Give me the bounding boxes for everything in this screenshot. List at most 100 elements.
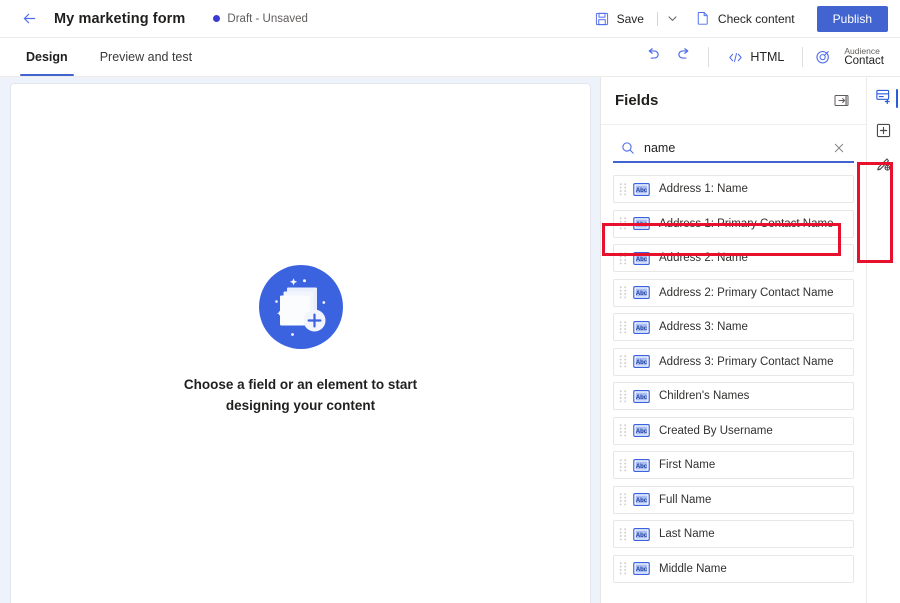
field-list-item-label: Middle Name	[659, 562, 727, 575]
field-list-item[interactable]: Abc Address 2: Primary Contact Name	[613, 278, 854, 307]
fields-search-input[interactable]	[635, 137, 830, 159]
drag-handle-icon[interactable]	[618, 526, 628, 542]
field-list-item-label: Created By Username	[659, 424, 773, 437]
svg-text:Abc: Abc	[636, 257, 648, 263]
toolbar-divider-1	[708, 47, 710, 67]
field-list-item[interactable]: Abc Address 1: Name	[613, 175, 854, 203]
canvas-empty-state: Choose a field or an element to start de…	[166, 264, 436, 417]
search-icon	[621, 141, 635, 155]
app-root: My marketing form Draft - Unsaved Save C…	[0, 0, 900, 603]
text-field-icon: Abc	[633, 320, 650, 334]
target-audience-icon	[815, 49, 831, 65]
audience-selector[interactable]: Audience Contact	[813, 41, 890, 73]
field-list-item[interactable]: Abc Last Name	[613, 520, 854, 548]
field-list-item[interactable]: Abc Address 3: Primary Contact Name	[613, 347, 854, 376]
document-check-icon	[695, 11, 711, 27]
back-arrow-icon[interactable]	[18, 8, 40, 30]
code-brackets-icon	[727, 49, 743, 65]
svg-text:Abc: Abc	[636, 188, 648, 194]
svg-text:Abc: Abc	[636, 222, 648, 228]
rail-button-elements[interactable]	[868, 117, 900, 149]
undo-button[interactable]	[638, 43, 668, 71]
drag-handle-icon[interactable]	[618, 354, 628, 370]
drag-handle-icon[interactable]	[618, 457, 628, 473]
audience-value-label: Contact	[844, 55, 884, 68]
text-field-icon: Abc	[633, 527, 650, 541]
tab-design-label: Design	[26, 50, 68, 64]
field-list-item[interactable]: Abc First Name	[613, 451, 854, 479]
drag-handle-icon[interactable]	[618, 216, 628, 232]
check-content-label: Check content	[717, 11, 795, 26]
fields-list[interactable]: Abc Address 1: Name Abc Address 1: Primary …	[601, 169, 866, 603]
text-field-icon: Abc	[633, 251, 650, 265]
fields-panel-title: Fields	[615, 92, 659, 109]
svg-text:Abc: Abc	[636, 429, 648, 435]
text-field-icon: Abc	[633, 217, 650, 230]
redo-button[interactable]	[668, 43, 698, 71]
svg-text:Abc: Abc	[636, 360, 648, 366]
field-list-item[interactable]: Abc Created By Username	[613, 416, 854, 445]
add-content-illustration-icon	[258, 264, 343, 349]
svg-text:Abc: Abc	[636, 498, 648, 504]
tab-preview-and-test-label: Preview and test	[99, 50, 193, 64]
fields-panel-icon	[875, 88, 892, 110]
field-list-item[interactable]: Abc Address 3: Name	[613, 313, 854, 341]
svg-text:Abc: Abc	[636, 395, 648, 401]
drag-handle-icon[interactable]	[618, 285, 628, 301]
field-list-item-label: Address 2: Name	[659, 252, 748, 264]
check-content-button[interactable]: Check content	[687, 5, 803, 33]
svg-text:Abc: Abc	[636, 326, 648, 332]
elements-add-icon	[875, 122, 892, 144]
text-field-icon: Abc	[633, 562, 650, 575]
svg-text:Abc: Abc	[636, 291, 648, 297]
canvas-wrapper: Choose a field or an element to start de…	[0, 77, 600, 603]
publish-button[interactable]: Publish	[816, 5, 888, 32]
top-command-bar: My marketing form Draft - Unsaved Save C…	[0, 0, 900, 38]
save-label: Save	[616, 11, 644, 26]
tab-design[interactable]: Design	[20, 38, 74, 76]
drag-handle-icon[interactable]	[618, 423, 628, 439]
svg-text:Abc: Abc	[636, 567, 648, 573]
field-list-item[interactable]: Abc Address 2: Name	[613, 244, 854, 272]
empty-state-message: Choose a field or an element to start de…	[183, 376, 418, 413]
tab-preview-and-test[interactable]: Preview and test	[94, 38, 198, 76]
drag-handle-icon[interactable]	[618, 561, 628, 577]
collapse-panel-icon[interactable]	[830, 90, 852, 112]
rail-button-styles[interactable]	[868, 151, 900, 183]
drag-handle-icon[interactable]	[618, 319, 628, 335]
drag-handle-icon[interactable]	[618, 492, 628, 508]
workspace: Choose a field or an element to start de…	[0, 77, 900, 603]
text-field-icon: Abc	[633, 355, 650, 368]
text-field-icon: Abc	[633, 458, 650, 472]
fields-panel: Fields name Abc Address 1: Name Abc Addr…	[600, 77, 866, 603]
field-list-item[interactable]: Abc Middle Name	[613, 554, 854, 583]
drag-handle-icon[interactable]	[618, 388, 628, 404]
field-list-item-label: Last Name	[659, 528, 715, 540]
save-chevron-down-icon[interactable]	[663, 6, 683, 32]
design-canvas[interactable]: Choose a field or an element to start de…	[10, 83, 591, 603]
audience-labels: Audience Contact	[844, 45, 884, 68]
fields-search-zone	[601, 125, 866, 169]
text-field-icon: Abc	[633, 493, 650, 506]
status-dot-icon	[213, 15, 221, 22]
html-label: HTML	[750, 50, 785, 64]
field-list-item-label: Full Name	[659, 493, 712, 506]
undo-arrow-icon	[645, 46, 662, 68]
drag-handle-icon[interactable]	[618, 181, 628, 197]
audience-kind-label: Audience	[844, 45, 880, 56]
svg-text:Abc: Abc	[636, 464, 648, 470]
field-list-item-label: Address 1: Primary Contact Name	[659, 217, 834, 230]
secondary-tab-bar: Design Preview and test HTML Audience Co…	[0, 38, 900, 77]
clear-search-close-icon[interactable]	[830, 139, 848, 157]
text-field-icon: Abc	[633, 424, 650, 437]
field-list-item[interactable]: Abc Full Name	[613, 485, 854, 514]
text-field-icon: Abc	[633, 286, 650, 299]
drag-handle-icon[interactable]	[618, 250, 628, 266]
rail-button-fields[interactable]	[868, 83, 900, 115]
field-list-item[interactable]: Abc Children's Names	[613, 382, 854, 410]
fields-search-box[interactable]	[613, 135, 854, 163]
field-list-item[interactable]: Abc Address 1: Primary Contact Name	[613, 209, 854, 238]
html-button[interactable]: HTML	[719, 43, 792, 71]
page-title: My marketing form	[54, 10, 186, 27]
save-button[interactable]: Save	[586, 5, 652, 33]
